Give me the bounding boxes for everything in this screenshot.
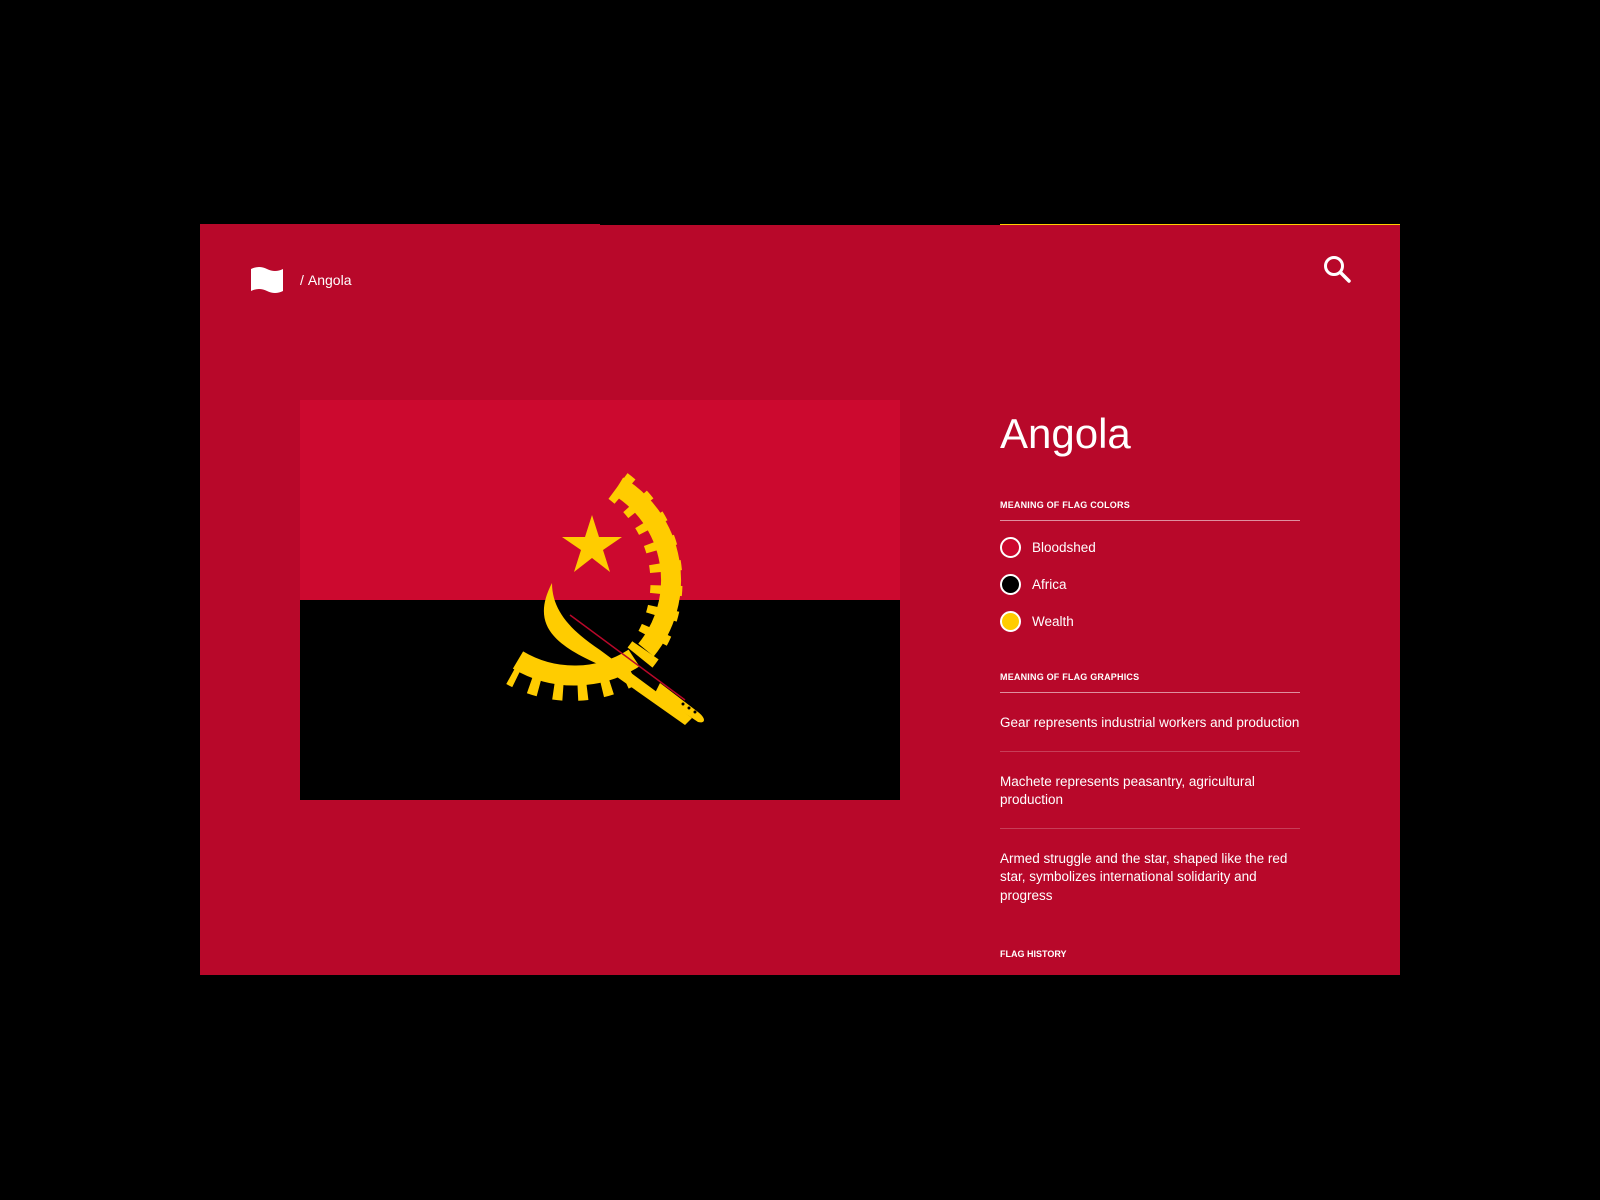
flag-red-band <box>300 400 900 600</box>
flag-image <box>300 400 900 800</box>
color-item-africa: Africa <box>1000 566 1300 603</box>
swatch-black <box>1000 574 1021 595</box>
colors-section-label: MEANING OF FLAG COLORS <box>1000 500 1300 521</box>
swatch-red <box>1000 537 1021 558</box>
info-panel: Angola MEANING OF FLAG COLORS Bloodshed … <box>1000 400 1300 959</box>
page-title: Angola <box>1000 410 1131 457</box>
color-label: Wealth <box>1032 614 1074 629</box>
graphic-meaning-machete: Machete represents peasantry, agricultur… <box>1000 752 1300 829</box>
graphic-meaning-gear: Gear represents industrial workers and p… <box>1000 693 1300 752</box>
header: / Angola <box>250 260 351 300</box>
color-label: Africa <box>1032 577 1067 592</box>
breadcrumb: / Angola <box>300 272 351 288</box>
colors-list: Bloodshed Africa Wealth <box>1000 521 1300 640</box>
history-section-label: FLAG HISTORY <box>1000 949 1067 959</box>
swatch-yellow <box>1000 611 1021 632</box>
color-item-bloodshed: Bloodshed <box>1000 529 1300 566</box>
flag-black-band <box>300 600 900 800</box>
graphic-meaning-star: Armed struggle and the star, shaped like… <box>1000 850 1288 903</box>
search-icon[interactable] <box>1322 254 1352 284</box>
color-label: Bloodshed <box>1032 540 1096 555</box>
country-page: / Angola Angola MEANING OF FLAG COLORS B… <box>200 225 1400 975</box>
flag-icon[interactable] <box>250 263 284 297</box>
breadcrumb-separator: / <box>300 272 304 288</box>
color-item-wealth: Wealth <box>1000 603 1300 640</box>
breadcrumb-current[interactable]: Angola <box>308 272 352 288</box>
graphics-section-label: MEANING OF FLAG GRAPHICS <box>1000 672 1300 693</box>
